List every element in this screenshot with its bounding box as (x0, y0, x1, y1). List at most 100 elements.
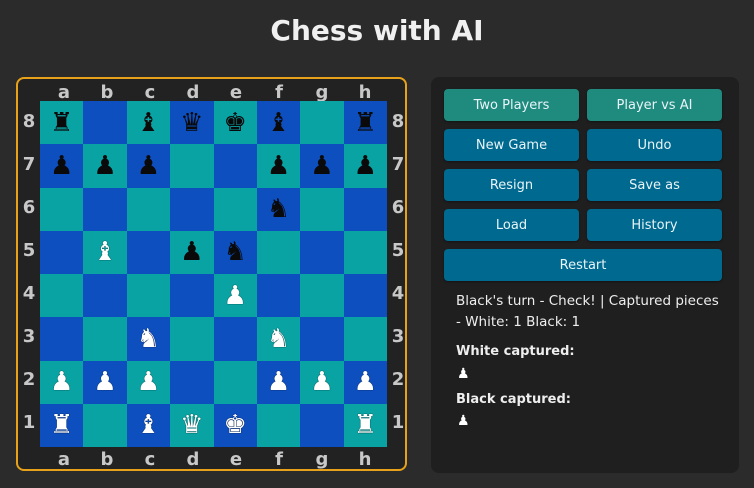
square-a3[interactable] (40, 317, 84, 361)
square-g7[interactable]: ♟ (300, 144, 344, 188)
square-f3[interactable]: ♞ (256, 317, 301, 361)
white-bishop-icon[interactable]: ♝ (93, 239, 116, 265)
square-f8[interactable]: ♝ (256, 101, 301, 145)
square-a2[interactable]: ♟ (40, 360, 84, 404)
square-g8[interactable] (300, 101, 344, 145)
black-queen-icon[interactable]: ♛ (180, 110, 203, 136)
square-g6[interactable] (300, 187, 344, 231)
save-as-button[interactable]: Save as (587, 169, 722, 201)
square-c1[interactable]: ♝ (126, 403, 171, 447)
square-e3[interactable] (213, 317, 257, 361)
square-a5[interactable] (40, 230, 84, 274)
square-e8[interactable]: ♚ (213, 101, 257, 145)
square-d8[interactable]: ♛ (170, 101, 214, 145)
black-pawn-icon[interactable]: ♟ (310, 153, 333, 179)
square-c3[interactable]: ♞ (126, 317, 171, 361)
black-pawn-icon[interactable]: ♟ (93, 153, 116, 179)
square-f1[interactable] (256, 403, 301, 447)
black-pawn-icon[interactable]: ♟ (180, 239, 203, 265)
white-pawn-icon[interactable]: ♟ (267, 369, 290, 395)
square-c2[interactable]: ♟ (126, 360, 171, 404)
white-pawn-icon[interactable]: ♟ (50, 369, 73, 395)
square-d4[interactable] (170, 274, 214, 318)
square-g4[interactable] (300, 274, 344, 318)
square-c8[interactable]: ♝ (126, 101, 171, 145)
square-g3[interactable] (300, 317, 344, 361)
white-pawn-icon[interactable]: ♟ (310, 369, 333, 395)
black-knight-icon[interactable]: ♞ (224, 239, 247, 265)
white-rook-icon[interactable]: ♜ (354, 412, 377, 438)
square-e2[interactable] (213, 360, 257, 404)
square-b1[interactable] (83, 403, 127, 447)
load-button[interactable]: Load (444, 209, 579, 241)
white-king-icon[interactable]: ♚ (224, 412, 247, 438)
new-game-button[interactable]: New Game (444, 129, 579, 161)
undo-button[interactable]: Undo (587, 129, 722, 161)
restart-button[interactable]: Restart (444, 249, 722, 281)
black-knight-icon[interactable]: ♞ (267, 196, 290, 222)
square-e6[interactable] (213, 187, 257, 231)
square-h4[interactable] (343, 274, 387, 318)
white-pawn-icon[interactable]: ♟ (93, 369, 116, 395)
square-c7[interactable]: ♟ (126, 144, 171, 188)
square-a6[interactable] (40, 187, 84, 231)
square-f5[interactable] (256, 230, 301, 274)
square-f6[interactable]: ♞ (256, 187, 301, 231)
square-b7[interactable]: ♟ (83, 144, 127, 188)
square-e1[interactable]: ♚ (213, 403, 257, 447)
square-h2[interactable]: ♟ (343, 360, 387, 404)
square-h6[interactable] (343, 187, 387, 231)
square-e5[interactable]: ♞ (213, 230, 257, 274)
white-knight-icon[interactable]: ♞ (267, 326, 290, 352)
white-bishop-icon[interactable]: ♝ (137, 412, 160, 438)
square-b4[interactable] (83, 274, 127, 318)
square-d2[interactable] (170, 360, 214, 404)
square-h8[interactable]: ♜ (343, 101, 387, 145)
square-f4[interactable] (256, 274, 301, 318)
black-bishop-icon[interactable]: ♝ (137, 110, 160, 136)
white-rook-icon[interactable]: ♜ (50, 412, 73, 438)
square-g1[interactable] (300, 403, 344, 447)
square-c4[interactable] (126, 274, 171, 318)
square-a4[interactable] (40, 274, 84, 318)
square-e4[interactable]: ♟ (213, 274, 257, 318)
square-f7[interactable]: ♟ (256, 144, 301, 188)
square-g2[interactable]: ♟ (300, 360, 344, 404)
square-d6[interactable] (170, 187, 214, 231)
square-f2[interactable]: ♟ (256, 360, 301, 404)
black-rook-icon[interactable]: ♜ (50, 110, 73, 136)
square-b8[interactable] (83, 101, 127, 145)
white-pawn-icon[interactable]: ♟ (224, 283, 247, 309)
square-b6[interactable] (83, 187, 127, 231)
black-pawn-icon[interactable]: ♟ (50, 153, 73, 179)
square-b3[interactable] (83, 317, 127, 361)
square-a7[interactable]: ♟ (40, 144, 84, 188)
white-knight-icon[interactable]: ♞ (137, 326, 160, 352)
square-h3[interactable] (343, 317, 387, 361)
square-h5[interactable] (343, 230, 387, 274)
square-a1[interactable]: ♜ (40, 403, 84, 447)
square-c5[interactable] (126, 230, 171, 274)
black-pawn-icon[interactable]: ♟ (354, 153, 377, 179)
black-pawn-icon[interactable]: ♟ (137, 153, 160, 179)
square-b2[interactable]: ♟ (83, 360, 127, 404)
square-h1[interactable]: ♜ (343, 403, 387, 447)
square-d1[interactable]: ♛ (170, 403, 214, 447)
square-h7[interactable]: ♟ (343, 144, 387, 188)
white-queen-icon[interactable]: ♛ (180, 412, 203, 438)
player-vs-ai-button[interactable]: Player vs AI (587, 89, 722, 121)
black-king-icon[interactable]: ♚ (224, 110, 247, 136)
square-d5[interactable]: ♟ (170, 230, 214, 274)
white-pawn-icon[interactable]: ♟ (354, 369, 377, 395)
black-pawn-icon[interactable]: ♟ (267, 153, 290, 179)
white-pawn-icon[interactable]: ♟ (137, 369, 160, 395)
two-players-button[interactable]: Two Players (444, 89, 579, 121)
resign-button[interactable]: Resign (444, 169, 579, 201)
square-d7[interactable] (170, 144, 214, 188)
square-c6[interactable] (126, 187, 171, 231)
square-d3[interactable] (170, 317, 214, 361)
black-rook-icon[interactable]: ♜ (354, 110, 377, 136)
square-b5[interactable]: ♝ (83, 230, 127, 274)
square-g5[interactable] (300, 230, 344, 274)
history-button[interactable]: History (587, 209, 722, 241)
